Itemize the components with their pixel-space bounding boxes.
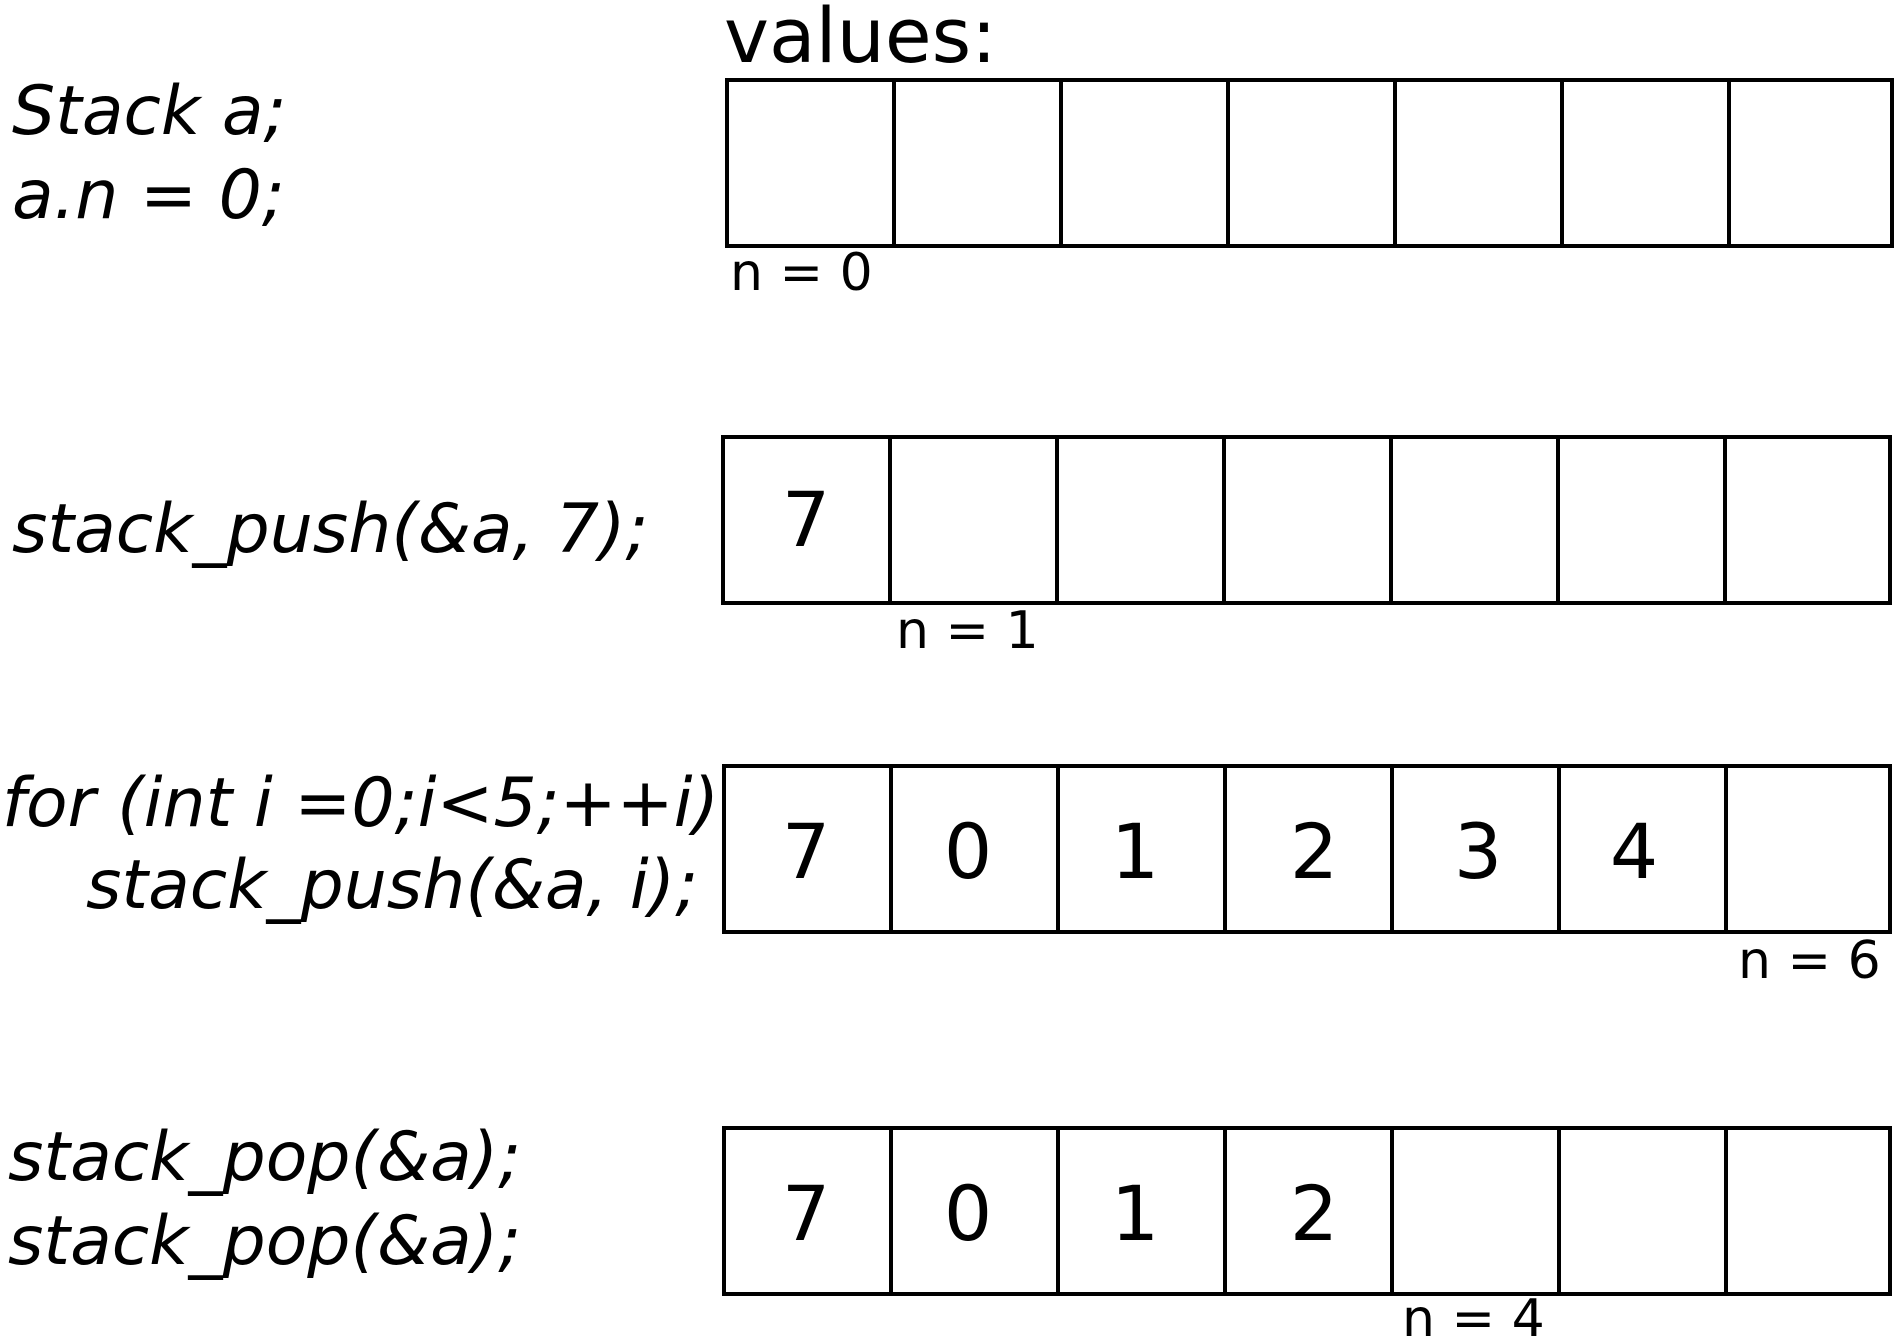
array-cell <box>1727 78 1894 248</box>
code-line: a.n = 0; <box>12 156 285 235</box>
cell-value: 0 <box>944 807 992 896</box>
array-cell <box>1055 435 1226 605</box>
array-cell <box>1557 1126 1728 1296</box>
array-cell <box>1059 78 1230 248</box>
array-cell <box>1222 435 1393 605</box>
array-cell <box>1390 1126 1561 1296</box>
row-initial: Stack a; a.n = 0; n = 0 <box>12 72 1894 303</box>
row-pop: stack_pop(&a); stack_pop(&a); 7 0 1 2 n … <box>8 1118 1892 1338</box>
row-push-7: stack_push(&a, 7); 7 n = 1 <box>12 435 1892 661</box>
array-cell <box>725 78 896 248</box>
array-cells <box>725 78 1894 248</box>
array-cell <box>1723 435 1892 605</box>
n-label: n = 4 <box>1402 1289 1545 1338</box>
n-label: n = 6 <box>1738 931 1881 991</box>
cell-value: 2 <box>1290 1169 1338 1258</box>
array-cell <box>1556 435 1727 605</box>
cell-value: 1 <box>1111 807 1159 896</box>
n-label: n = 1 <box>896 601 1039 661</box>
cell-value: 4 <box>1610 807 1658 896</box>
cell-value: 3 <box>1454 807 1502 896</box>
cell-values: 7 0 1 2 3 4 <box>782 807 1658 896</box>
array-cell <box>1226 78 1397 248</box>
array-cell <box>1389 435 1560 605</box>
array-cell <box>1724 764 1892 934</box>
code-line: stack_push(&a, 7); <box>12 490 648 569</box>
array-cell <box>888 435 1059 605</box>
stack-diagram: values: Stack a; a.n = 0; n = 0 stack_pu… <box>2 0 1894 1338</box>
cell-value: 7 <box>782 475 830 564</box>
cell-value: 7 <box>782 1169 830 1258</box>
code-line: for (int i =0;i<5;++i) <box>2 764 719 843</box>
code-line: Stack a; <box>12 72 286 151</box>
cell-values: 7 <box>782 475 830 564</box>
code-line: stack_pop(&a); <box>8 1118 521 1197</box>
row-push-loop: for (int i =0;i<5;++i) stack_push(&a, i)… <box>2 764 1892 991</box>
code-line: stack_pop(&a); <box>8 1202 521 1281</box>
cell-value: 7 <box>782 807 830 896</box>
array-cell <box>892 78 1063 248</box>
array-cells <box>721 435 1892 605</box>
n-label: n = 0 <box>730 243 873 303</box>
cell-value: 1 <box>1111 1169 1159 1258</box>
array-cell <box>1560 78 1731 248</box>
array-cell <box>1393 78 1564 248</box>
cell-value: 0 <box>944 1169 992 1258</box>
cell-value: 2 <box>1290 807 1338 896</box>
code-line: stack_push(&a, i); <box>86 846 698 925</box>
array-cell <box>1724 1126 1892 1296</box>
values-title: values: <box>724 0 997 80</box>
